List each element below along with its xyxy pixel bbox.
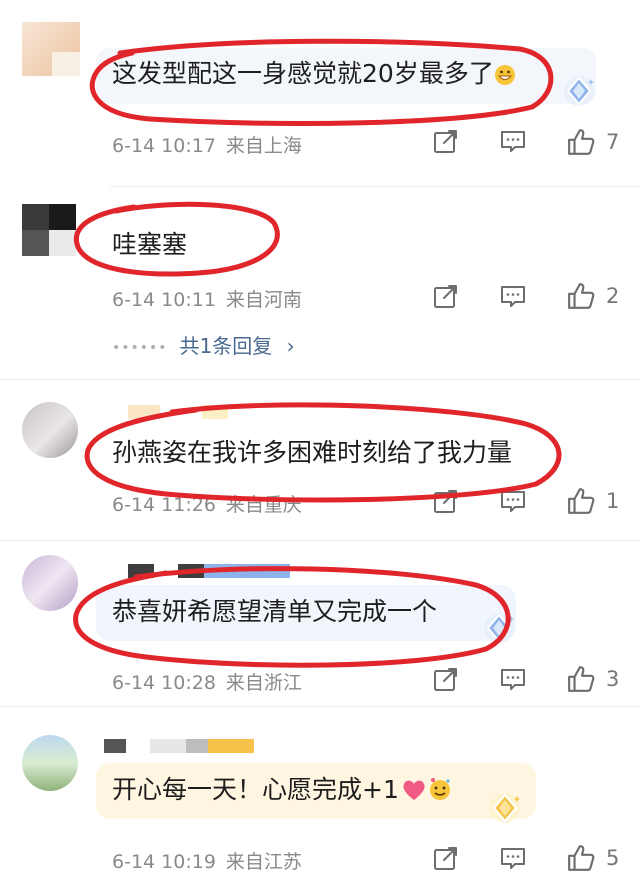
like-count: 1: [606, 489, 620, 513]
comment-location: 来自上海: [225, 135, 302, 157]
comment-location: 来自浙江: [225, 672, 302, 694]
share-icon[interactable]: [433, 488, 459, 514]
comment-meta: 6-14 10:28 来自浙江: [112, 668, 302, 695]
heart-emoji-icon: [401, 778, 427, 804]
share-icon[interactable]: [433, 128, 459, 154]
share-icon[interactable]: [433, 283, 459, 309]
comment-meta: 6-14 10:19 来自江苏: [112, 847, 302, 874]
username-blurred: [104, 739, 274, 753]
comment-time: 6-14 10:11: [112, 289, 216, 311]
comment-text: 这发型配这一身感觉就20岁最多了: [112, 58, 520, 90]
like-count: 7: [606, 130, 620, 154]
comment-location: 来自重庆: [225, 494, 302, 516]
dots-icon: ••••••: [112, 339, 168, 356]
comment-meta: 6-14 10:11 来自河南: [112, 285, 302, 312]
comment-icon[interactable]: [500, 845, 526, 871]
diamond-badge-icon: [562, 74, 596, 108]
view-replies-link[interactable]: •••••• 共1条回复 ›: [112, 330, 295, 359]
like-count: 3: [606, 667, 620, 691]
comment-meta: 6-14 10:17 来自上海: [112, 131, 302, 158]
thumbs-up-icon[interactable]: [567, 844, 595, 872]
avatar[interactable]: [22, 204, 76, 256]
replies-label: 共1条回复: [179, 334, 273, 358]
avatar[interactable]: [22, 22, 80, 76]
comment-icon[interactable]: [500, 283, 526, 309]
thumbs-up-icon[interactable]: [567, 128, 595, 156]
comment-time: 6-14 10:19: [112, 851, 216, 873]
share-icon[interactable]: [433, 666, 459, 692]
thumbs-up-icon[interactable]: [567, 487, 595, 515]
avatar[interactable]: [22, 555, 78, 611]
like-count: 2: [606, 284, 620, 308]
comment-time: 6-14 11:26: [112, 494, 216, 516]
comment-item: 哇塞塞 6-14 10:11 来自河南 2 •••••• 共1条回复 ›: [0, 187, 640, 379]
comment-time: 6-14 10:17: [112, 135, 216, 157]
comment-text: 恭喜妍希愿望清单又完成一个: [112, 597, 438, 626]
diamond-badge-icon: [488, 791, 522, 825]
username-blurred: [110, 564, 290, 578]
like-count: 5: [606, 846, 620, 870]
username-blurred: [110, 405, 250, 419]
comment-icon[interactable]: [500, 666, 526, 692]
comment-item: 开心每一天！心愿完成+1 6-14 10:19 来自江苏 5: [0, 707, 640, 874]
comment-icon[interactable]: [500, 488, 526, 514]
comment-location: 来自河南: [225, 289, 302, 311]
comment-text: 孙燕姿在我许多困难时刻给了我力量: [112, 438, 513, 467]
share-icon[interactable]: [433, 845, 459, 871]
comment-location: 来自江苏: [225, 851, 302, 873]
comment-text: 哇塞塞: [112, 230, 188, 259]
chevron-right-icon: ›: [286, 334, 295, 358]
comment-time: 6-14 10:28: [112, 672, 216, 694]
comment-meta: 6-14 11:26 来自重庆: [112, 490, 302, 517]
avatar[interactable]: [22, 402, 78, 458]
grin-emoji-icon: [494, 62, 520, 88]
thumbs-up-icon[interactable]: [567, 665, 595, 693]
comment-item: 这发型配这一身感觉就20岁最多了 6-14 10:17 来自上海 7: [0, 0, 640, 186]
comment-text: 开心每一天！心愿完成+1: [112, 774, 453, 806]
diamond-badge-icon: [482, 611, 516, 645]
comment-item: 恭喜妍希愿望清单又完成一个 6-14 10:28 来自浙江 3: [0, 541, 640, 706]
avatar[interactable]: [22, 735, 78, 791]
comment-item: 孙燕姿在我许多困难时刻给了我力量 6-14 11:26 来自重庆 1: [0, 380, 640, 540]
party-emoji-icon: [427, 776, 453, 802]
comment-icon[interactable]: [500, 128, 526, 154]
thumbs-up-icon[interactable]: [567, 282, 595, 310]
